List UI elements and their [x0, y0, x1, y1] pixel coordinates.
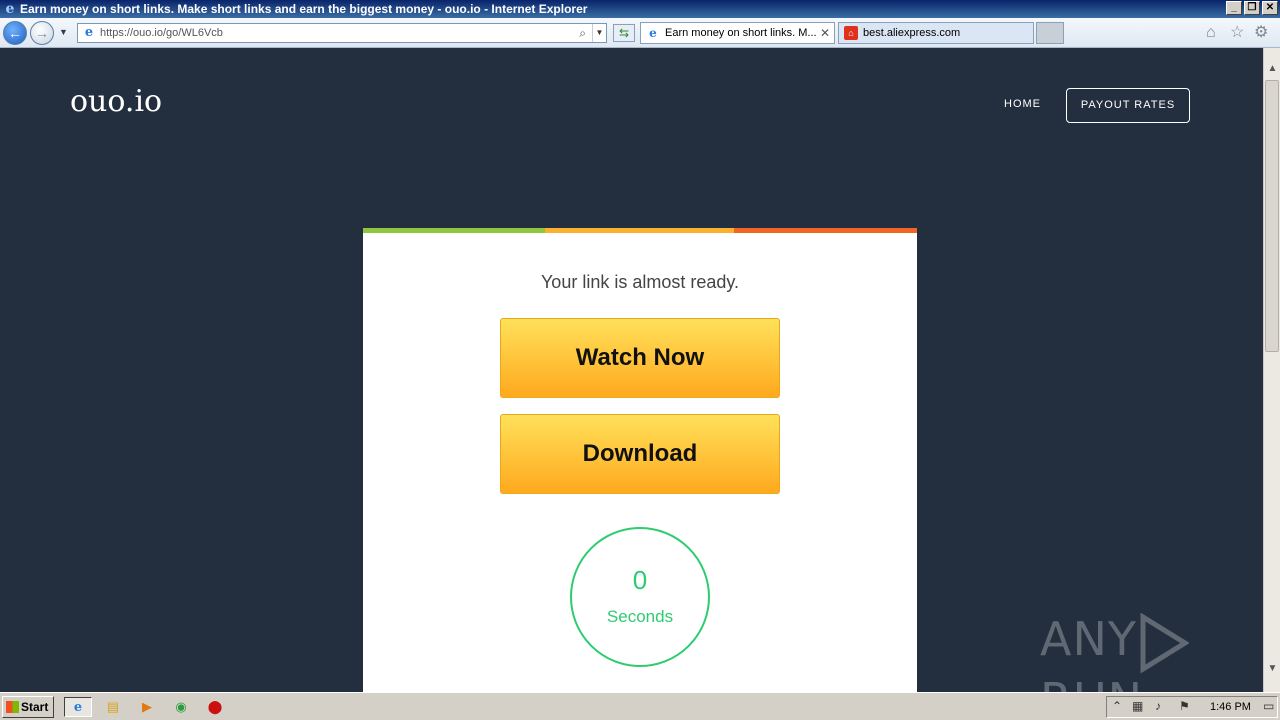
download-button[interactable]: Download [500, 414, 780, 494]
watch-now-button[interactable]: Watch Now [500, 318, 780, 398]
window-titlebar: e Earn money on short links. Make short … [0, 0, 1280, 18]
windows-logo-icon [6, 701, 19, 713]
site-ie-icon: e [84, 25, 94, 40]
link-ready-message: Your link is almost ready. [540, 272, 740, 292]
tab-label: Earn money on short links. M... [665, 27, 817, 39]
address-url: https://ouo.io/go/WL6Vcb [100, 27, 223, 39]
countdown-timer: 0 Seconds [570, 527, 710, 667]
volume-icon[interactable]: ♪ [1155, 699, 1161, 713]
play-logo-icon [1140, 612, 1190, 673]
stripe-yellow [545, 228, 734, 233]
internet-explorer-icon: e [5, 1, 15, 17]
taskbar-opera-icon[interactable]: ⬤ [204, 697, 226, 717]
tab-label: best.aliexpress.com [863, 27, 961, 39]
window-controls: _ ❐ ✕ [1226, 1, 1278, 15]
browser-toolbar: ← → ▼ e https://ouo.io/go/WL6Vcb ⌕ ▼ ⇆ e… [0, 18, 1280, 48]
restore-button[interactable]: ❐ [1244, 1, 1260, 15]
taskbar-chrome-icon[interactable]: ◉ [170, 697, 192, 717]
scroll-up-icon[interactable]: ▲ [1266, 62, 1279, 76]
timer-label: Seconds [606, 607, 674, 626]
home-icon[interactable]: ⌂ [1206, 24, 1216, 42]
watermark-any: ANY [1040, 612, 1137, 666]
stripe-green [363, 228, 545, 233]
taskbar: Start e ▤ ▶ ◉ ⬤ ⌃ ▦ ♪ ⚑ ▭ 1:46 PM [0, 692, 1280, 720]
action-center-flag-icon[interactable]: ⚑ [1179, 699, 1190, 713]
taskbar-folder-icon[interactable]: ▤ [102, 697, 124, 717]
start-button[interactable]: Start [2, 696, 54, 718]
vertical-scrollbar[interactable]: ▲ ▼ [1263, 48, 1280, 692]
address-dropdown-icon[interactable]: ▼ [592, 24, 606, 42]
system-tray: ⌃ ▦ ♪ ⚑ ▭ [1106, 696, 1278, 718]
scroll-down-icon[interactable]: ▼ [1266, 662, 1279, 676]
tab-close-icon[interactable]: ✕ [820, 23, 830, 43]
tray-expand-icon[interactable]: ⌃ [1112, 699, 1122, 713]
anyrun-watermark: ANY RUN [1040, 612, 1263, 692]
taskbar-media-player-icon[interactable]: ▶ [136, 697, 158, 717]
show-desktop-icon[interactable]: ▭ [1263, 699, 1274, 713]
tab-ie-icon: e [649, 26, 657, 40]
taskbar-ie-icon[interactable]: e [64, 697, 92, 717]
minimize-button[interactable]: _ [1226, 1, 1242, 15]
back-button[interactable]: ← [3, 21, 27, 45]
search-icon[interactable]: ⌕ [579, 24, 586, 42]
site-logo[interactable]: ouo.io [70, 84, 162, 119]
compatibility-refresh-button[interactable]: ⇆ [613, 24, 635, 42]
stripe-orange [734, 228, 917, 233]
tab-aliexpress[interactable]: ⌂ best.aliexpress.com [838, 22, 1034, 44]
favorites-star-icon[interactable]: ☆ [1230, 24, 1244, 42]
forward-button[interactable]: → [30, 21, 54, 45]
tab-ouo[interactable]: e Earn money on short links. M... ✕ [640, 22, 835, 44]
close-button[interactable]: ✕ [1262, 1, 1278, 15]
start-label: Start [21, 700, 49, 714]
address-bar[interactable]: e https://ouo.io/go/WL6Vcb ⌕ ▼ [77, 23, 607, 43]
page-viewport: ouo.io HOME PAYOUT RATES Your link is al… [0, 48, 1263, 692]
card-color-stripe [363, 228, 917, 233]
scroll-thumb[interactable] [1265, 80, 1279, 352]
system-clock[interactable]: 1:46 PM [1210, 701, 1251, 713]
settings-gear-icon[interactable]: ⚙ [1254, 24, 1268, 42]
recent-pages-dropdown-icon[interactable]: ▼ [59, 27, 68, 37]
link-ready-card: Your link is almost ready. Watch Now Dow… [363, 228, 917, 692]
window-title: Earn money on short links. Make short li… [20, 2, 588, 16]
new-tab-button[interactable] [1036, 22, 1064, 44]
timer-value: 0 [632, 565, 648, 595]
watermark-run: RUN [1040, 673, 1143, 693]
network-icon[interactable]: ▦ [1132, 699, 1143, 713]
nav-payout-rates-button[interactable]: PAYOUT RATES [1066, 88, 1190, 123]
aliexpress-icon: ⌂ [844, 26, 858, 40]
nav-home-link[interactable]: HOME [1004, 98, 1041, 110]
